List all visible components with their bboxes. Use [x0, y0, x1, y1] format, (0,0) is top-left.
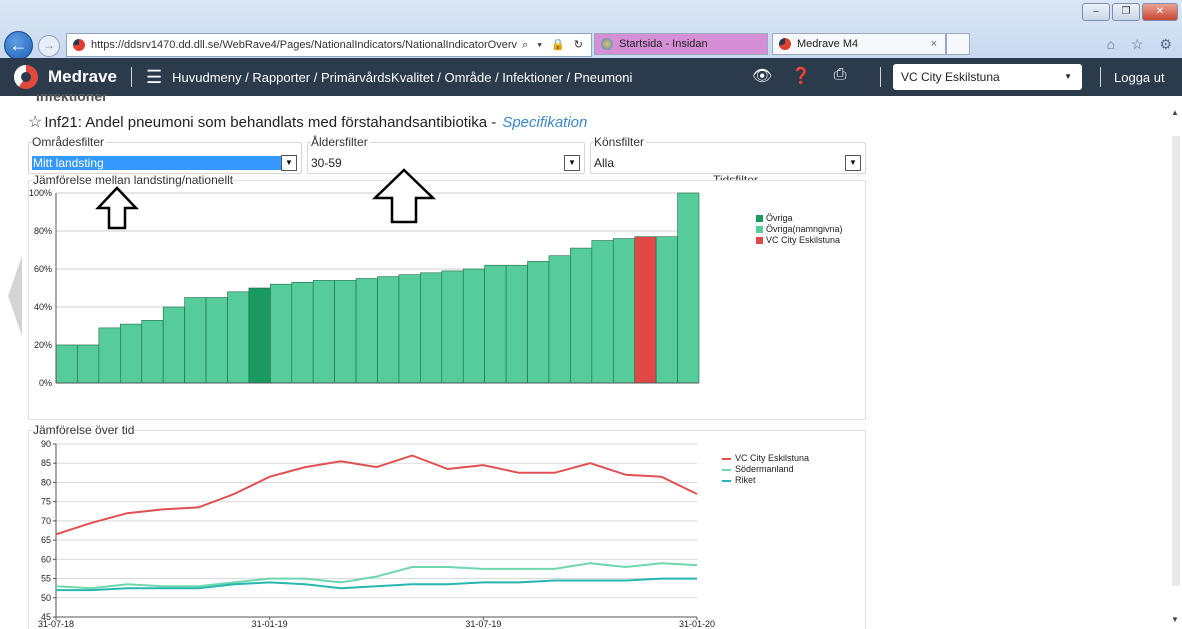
y-tick-label: 50 [41, 593, 51, 603]
series-line-sodermanland [55, 562, 698, 590]
line-chart-legend: VC City Eskilstuna Södermanland Riket [722, 453, 809, 486]
y-tick-label: 90 [41, 439, 51, 449]
series-line-riket [56, 577, 697, 592]
legend-item-sodermanland: Södermanland [722, 464, 809, 475]
y-tick-label: 80 [41, 477, 51, 487]
series-line-vc-city-eskilstuna [55, 454, 698, 536]
legend-line [722, 479, 731, 482]
annotation-up-arrow [95, 186, 139, 230]
legend-label: Riket [735, 475, 756, 485]
y-tick-label: 75 [41, 497, 51, 507]
y-tick-label: 85 [41, 458, 51, 468]
x-tick-label: 31-07-18 [38, 619, 74, 628]
legend-label: VC City Eskilstuna [735, 453, 810, 463]
y-tick-label: 60 [41, 554, 51, 564]
x-tick-label: 31-07-19 [465, 619, 501, 628]
legend-item-vc-city-eskilstuna: VC City Eskilstuna [722, 453, 809, 464]
x-tick-label: 31-01-20 [679, 619, 715, 628]
x-tick-label: 31-01-19 [252, 619, 288, 628]
legend-line [722, 468, 731, 471]
over-time-line-chart: 4550556065707580859031-07-18 31-01-19 31-0… [38, 439, 715, 628]
y-tick-label: 65 [41, 535, 51, 545]
y-tick-label: 55 [41, 574, 51, 584]
y-tick-label: 70 [41, 516, 51, 526]
legend-line [722, 457, 731, 460]
legend-label: Södermanland [735, 464, 794, 474]
annotation-up-arrow [372, 168, 436, 224]
legend-item-riket: Riket [722, 475, 809, 486]
